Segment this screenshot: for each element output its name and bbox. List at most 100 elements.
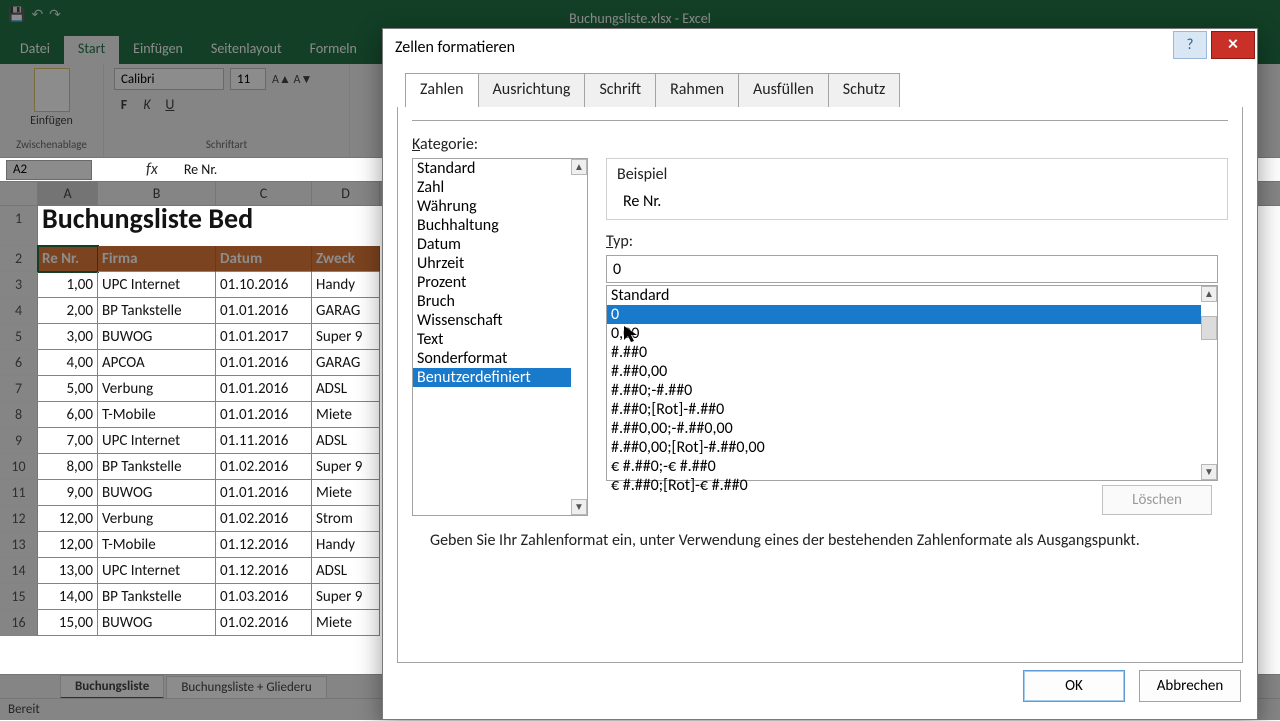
name-box[interactable] [6,160,92,180]
cell[interactable]: 13,00 [38,558,98,584]
row-header[interactable]: 4 [0,298,38,324]
typ-item[interactable]: #.##0,00 [607,362,1201,381]
header-cell[interactable]: Firma [98,246,216,272]
row-header[interactable]: 8 [0,402,38,428]
cell[interactable]: BUWOG [98,480,216,506]
cell[interactable]: 01.11.2016 [216,428,312,454]
typ-item[interactable]: #.##0,00;-#.##0,00 [607,419,1201,438]
title-cell[interactable]: Buchungsliste Bed [38,206,398,246]
cell[interactable]: 6,00 [38,402,98,428]
cell[interactable]: ADSL [312,428,380,454]
row-header[interactable]: 1 [0,206,38,246]
cell[interactable]: 01.01.2016 [216,480,312,506]
cell[interactable]: 01.01.2016 [216,402,312,428]
cell[interactable]: 01.01.2017 [216,324,312,350]
header-cell[interactable]: Zweck [312,246,380,272]
cell[interactable]: Handy [312,532,380,558]
select-all-corner[interactable] [0,182,38,205]
typ-item[interactable]: #.##0 [607,343,1201,362]
cell[interactable]: ADSL [312,558,380,584]
tab-datei[interactable]: Datei [6,36,64,64]
cell[interactable]: 4,00 [38,350,98,376]
typ-item[interactable]: #.##0;[Rot]-#.##0 [607,400,1201,419]
row-header[interactable]: 12 [0,506,38,532]
category-item[interactable]: Sonderformat [413,349,571,368]
row-header[interactable]: 5 [0,324,38,350]
col-c[interactable]: C [216,182,312,205]
category-item[interactable]: Text [413,330,571,349]
typ-item[interactable]: 0 [607,305,1201,324]
tab-zahlen[interactable]: Zahlen [405,73,479,107]
row-header[interactable]: 13 [0,532,38,558]
cell[interactable]: T-Mobile [98,532,216,558]
typ-list[interactable]: Standard00,00#.##0#.##0,00#.##0;-#.##0#.… [606,285,1218,481]
ok-button[interactable]: OK [1023,670,1125,702]
cell[interactable]: Miete [312,610,380,636]
tab-ausfuellen[interactable]: Ausfüllen [738,73,829,107]
cell[interactable]: Super 9 [312,454,380,480]
cell[interactable]: Verbung [98,376,216,402]
row-header[interactable]: 16 [0,610,38,636]
header-cell[interactable]: Datum [216,246,312,272]
row-header[interactable]: 9 [0,428,38,454]
row-header[interactable]: 3 [0,272,38,298]
cell[interactable]: T-Mobile [98,402,216,428]
redo-icon[interactable]: ↷ [49,6,61,23]
cell[interactable]: 7,00 [38,428,98,454]
cell[interactable]: 01.01.2016 [216,376,312,402]
tab-schrift[interactable]: Schrift [584,73,656,107]
cell[interactable]: UPC Internet [98,272,216,298]
cancel-button[interactable]: Abbrechen [1139,670,1241,702]
cell[interactable]: 2,00 [38,298,98,324]
scroll-up-icon[interactable]: ▲ [571,159,587,175]
tab-seitenlayout[interactable]: Seitenlayout [197,36,296,64]
cell[interactable]: BUWOG [98,324,216,350]
bold-button[interactable]: F [114,96,134,113]
cell[interactable]: 01.02.2016 [216,610,312,636]
save-icon[interactable]: 💾 [8,6,25,23]
header-cell[interactable]: Re Nr. [38,246,98,272]
font-name-input[interactable] [114,68,224,90]
category-item[interactable]: Währung [413,197,571,216]
cell[interactable]: 8,00 [38,454,98,480]
category-list[interactable]: StandardZahlWährungBuchhaltungDatumUhrze… [412,158,588,516]
category-item[interactable]: Datum [413,235,571,254]
cell[interactable]: BP Tankstelle [98,454,216,480]
category-item[interactable]: Benutzerdefiniert [413,368,571,387]
category-item[interactable]: Prozent [413,273,571,292]
cell[interactable]: 01.10.2016 [216,272,312,298]
cell[interactable]: Strom [312,506,380,532]
row-header[interactable]: 10 [0,454,38,480]
cell[interactable]: Miete [312,480,380,506]
cell[interactable]: GARAG [312,298,380,324]
scroll-down-icon[interactable]: ▼ [571,499,587,515]
tab-einfuegen[interactable]: Einfügen [119,36,197,64]
cell[interactable]: UPC Internet [98,428,216,454]
cell[interactable]: 9,00 [38,480,98,506]
cell[interactable]: Miete [312,402,380,428]
row-header[interactable]: 7 [0,376,38,402]
typ-item[interactable]: #.##0;-#.##0 [607,381,1201,400]
row-header[interactable]: 2 [0,246,38,272]
category-item[interactable]: Buchhaltung [413,216,571,235]
delete-button[interactable]: Löschen [1102,485,1212,515]
tab-formeln[interactable]: Formeln [296,36,371,64]
scroll-up-icon[interactable]: ▲ [1201,286,1217,302]
cell[interactable]: 01.02.2016 [216,506,312,532]
cell[interactable]: GARAG [312,350,380,376]
category-item[interactable]: Uhrzeit [413,254,571,273]
col-d[interactable]: D [312,182,380,205]
tab-start[interactable]: Start [64,36,119,64]
formula-value[interactable]: Re Nr. [184,161,218,178]
cell[interactable]: 3,00 [38,324,98,350]
col-b[interactable]: B [98,182,216,205]
close-button[interactable]: × [1211,31,1255,59]
cell[interactable]: 14,00 [38,584,98,610]
cell[interactable]: ADSL [312,376,380,402]
category-item[interactable]: Bruch [413,292,571,311]
cell[interactable]: Verbung [98,506,216,532]
row-header[interactable]: 15 [0,584,38,610]
cell[interactable]: Super 9 [312,584,380,610]
typ-item[interactable]: Standard [607,286,1201,305]
cell[interactable]: 5,00 [38,376,98,402]
